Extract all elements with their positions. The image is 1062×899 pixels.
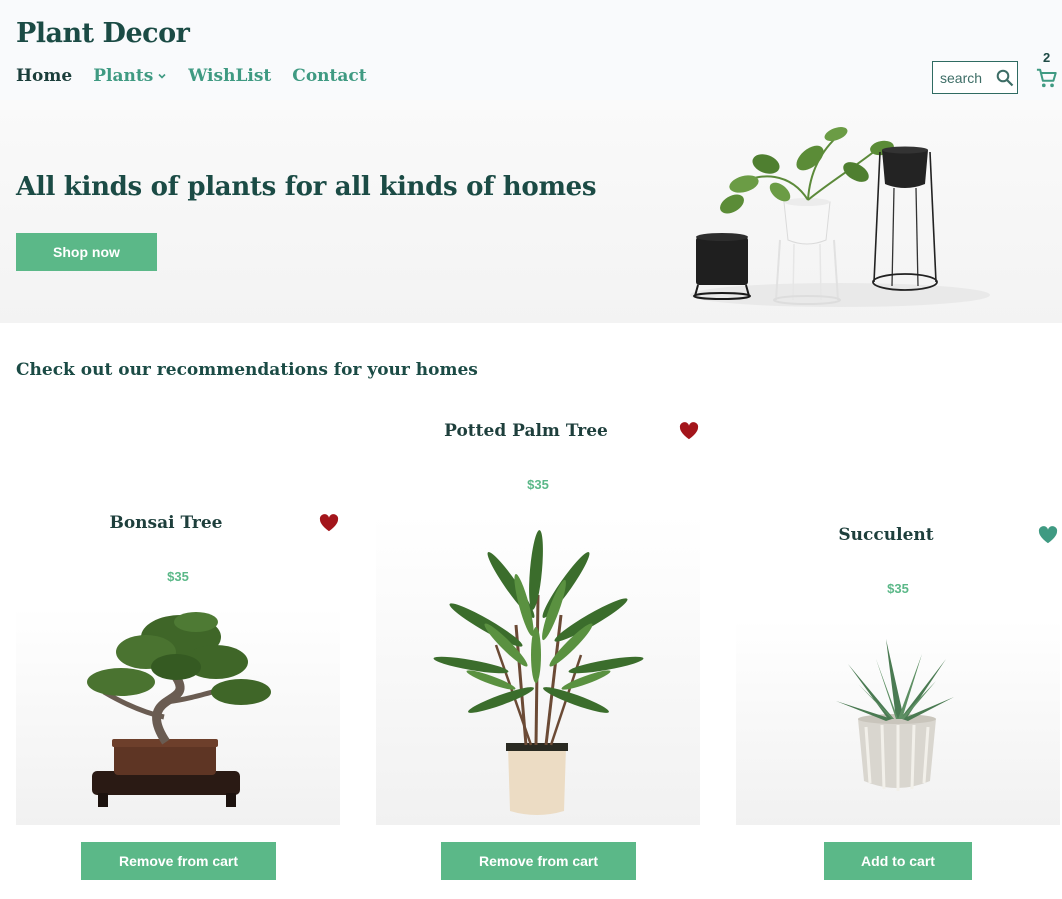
hero-title: All kinds of plants for all kinds of hom…	[16, 172, 597, 202]
cart-count-badge: 2	[1043, 50, 1051, 65]
product-card-palm: Potted Palm Tree $35 Remove from cart	[376, 413, 700, 885]
product-image-succulent	[736, 619, 1060, 825]
heart-icon[interactable]	[1038, 526, 1058, 544]
main-nav: Home Plants WishList Contact	[16, 66, 388, 86]
cart-icon[interactable]	[1036, 67, 1058, 89]
product-card-succulent: Succulent $35 Add to cart	[736, 517, 1060, 885]
recommendations-title: Check out our recommendations for your h…	[16, 360, 478, 380]
product-card-bonsai: Bonsai Tree $35 Remove from cart	[16, 505, 340, 885]
nav-contact[interactable]: Contact	[292, 66, 366, 86]
heart-icon[interactable]	[679, 422, 699, 440]
search-icon[interactable]	[996, 69, 1014, 87]
chevron-down-icon	[158, 73, 166, 79]
search-box	[932, 61, 1018, 94]
hero-banner: All kinds of plants for all kinds of hom…	[0, 100, 1062, 323]
nav-wishlist-label: WishList	[188, 66, 272, 86]
remove-from-cart-button[interactable]: Remove from cart	[81, 842, 276, 880]
remove-from-cart-button[interactable]: Remove from cart	[441, 842, 636, 880]
add-to-cart-button[interactable]: Add to cart	[824, 842, 972, 880]
nav-plants[interactable]: Plants	[93, 66, 167, 86]
product-name: Succulent	[838, 525, 934, 545]
product-price: $35	[167, 569, 189, 584]
bonsai-tree-image	[87, 612, 271, 807]
shop-now-button[interactable]: Shop now	[16, 233, 157, 271]
potted-plants-image	[690, 127, 990, 307]
site-header: Plant Decor Home Plants WishList Contact…	[0, 0, 1062, 100]
search-input[interactable]	[940, 69, 996, 86]
product-image-bonsai	[16, 607, 340, 825]
nav-wishlist[interactable]: WishList	[188, 66, 271, 86]
product-image-palm	[376, 515, 700, 825]
nav-home[interactable]: Home	[16, 66, 72, 86]
nav-home-label: Home	[16, 66, 73, 86]
product-name: Bonsai Tree	[109, 513, 223, 533]
nav-contact-label: Contact	[292, 66, 367, 86]
site-logo[interactable]: Plant Decor	[16, 18, 190, 49]
succulent-image	[836, 639, 954, 791]
product-name: Potted Palm Tree	[444, 421, 608, 441]
palm-tree-image	[433, 530, 644, 815]
nav-plants-label: Plants	[93, 66, 154, 86]
cart[interactable]: 2	[1036, 50, 1060, 92]
product-price: $35	[887, 581, 909, 596]
heart-icon[interactable]	[319, 514, 339, 532]
product-price: $35	[527, 477, 549, 492]
